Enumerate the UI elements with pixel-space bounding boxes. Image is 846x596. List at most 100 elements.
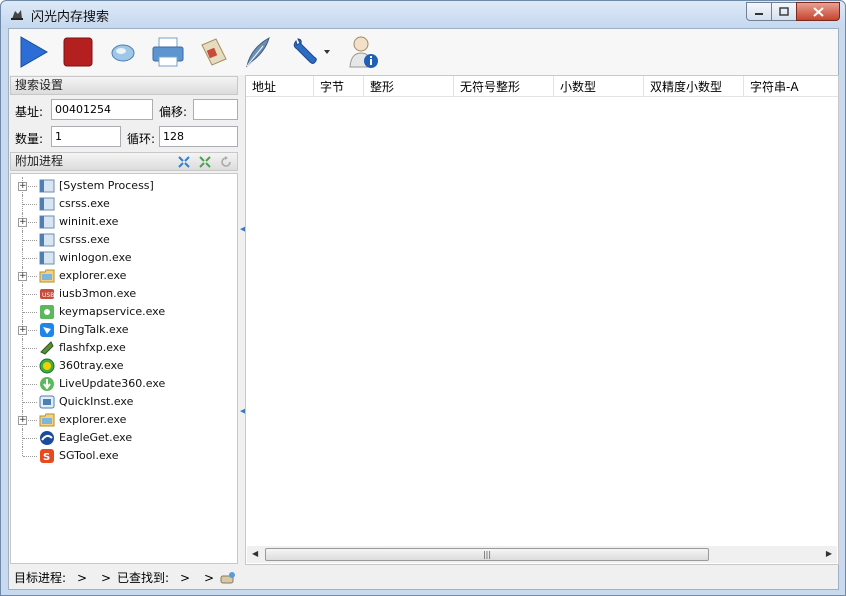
print-button[interactable] <box>150 34 186 70</box>
maximize-button[interactable] <box>771 2 797 21</box>
folder-icon <box>39 413 55 427</box>
stop-button[interactable] <box>60 34 96 70</box>
liveupdate-icon <box>40 377 54 391</box>
wrench-icon <box>293 38 330 64</box>
tree-item[interactable]: csrss.exe <box>11 195 237 213</box>
save-button[interactable] <box>195 34 231 70</box>
loop-input[interactable]: 128 <box>159 126 238 147</box>
expand-toggle[interactable]: + <box>18 416 27 425</box>
tree-item[interactable]: S SGTool.exe <box>11 447 237 465</box>
target-process-value: > <box>77 571 88 585</box>
window-icon <box>39 251 55 265</box>
left-panel: 搜索设置 基址: 00401254 偏移: 数量: 1 循环: 128 附加进程… <box>9 75 239 589</box>
svg-text:S: S <box>43 452 50 463</box>
process-name: EagleGet.exe <box>59 431 133 444</box>
tree-item[interactable]: + [System Process] <box>11 177 237 195</box>
feather-icon <box>246 36 270 68</box>
tools-button[interactable] <box>287 34 335 70</box>
expand-toggle[interactable]: + <box>18 326 27 335</box>
tree-item[interactable]: flashfxp.exe <box>11 339 237 357</box>
tree-item[interactable]: QuickInst.exe <box>11 393 237 411</box>
tree-item[interactable]: 360tray.exe <box>11 357 237 375</box>
lens-icon <box>111 44 135 62</box>
expand-toggle[interactable]: + <box>18 272 27 281</box>
close-button[interactable] <box>796 2 840 21</box>
window-title: 闪光内存搜索 <box>31 10 110 25</box>
found-count-label: 已查找到: <box>117 571 170 585</box>
process-name: SGTool.exe <box>59 449 119 462</box>
window-icon <box>39 233 55 247</box>
offset-input[interactable] <box>193 99 238 120</box>
col-int[interactable]: 整形 <box>364 76 454 96</box>
tree-item[interactable]: + DingTalk.exe <box>11 321 237 339</box>
process-name: [System Process] <box>59 179 154 192</box>
expand-all-icon[interactable] <box>178 156 190 168</box>
window-icon <box>39 197 55 211</box>
count-input[interactable]: 1 <box>51 126 121 147</box>
window-icon <box>39 215 55 229</box>
process-tree[interactable]: + [System Process] csrss.exe + wininit.exe cs… <box>10 173 238 564</box>
client-area: 搜索设置 基址: 00401254 偏移: 数量: 1 循环: 128 附加进程… <box>8 28 839 590</box>
attach-process-label: 附加进程 <box>15 154 64 168</box>
refresh-icon[interactable] <box>220 156 232 168</box>
start-button[interactable] <box>15 34 51 70</box>
tree-item[interactable]: winlogon.exe <box>11 249 237 267</box>
process-name: DingTalk.exe <box>59 323 129 336</box>
tree-connector-h <box>23 312 37 313</box>
flashfxp-icon <box>40 341 54 355</box>
found-count-value: > <box>180 571 191 585</box>
process-name: keymapservice.exe <box>59 305 166 318</box>
eagleget-icon <box>40 431 54 445</box>
tree-item[interactable]: USB iusb3mon.exe <box>11 285 237 303</box>
target-process-label: 目标进程: <box>14 571 67 585</box>
tree-item[interactable]: + explorer.exe <box>11 267 237 285</box>
status-separator-2: > <box>204 571 215 585</box>
tree-item[interactable]: csrss.exe <box>11 231 237 249</box>
process-name: 360tray.exe <box>59 359 124 372</box>
expand-toggle[interactable]: + <box>18 218 27 227</box>
tree-item[interactable]: LiveUpdate360.exe <box>11 375 237 393</box>
tree-connector-h <box>23 366 37 367</box>
loop-label: 循环: <box>127 132 156 146</box>
scroll-thumb[interactable]: ||| <box>265 548 709 561</box>
horizontal-scrollbar[interactable]: ◀ ||| ▶ <box>247 546 837 563</box>
360-icon <box>39 358 55 374</box>
process-name: csrss.exe <box>59 233 110 246</box>
title-bar[interactable]: 闪光内存搜索 <box>1 1 845 28</box>
play-icon <box>20 36 49 68</box>
user-info-button[interactable] <box>345 34 381 70</box>
attach-process-header: 附加进程 <box>10 152 238 171</box>
lens-button[interactable] <box>105 34 141 70</box>
tree-item[interactable]: EagleGet.exe <box>11 429 237 447</box>
process-name: explorer.exe <box>59 269 127 282</box>
tree-connector-h <box>23 240 37 241</box>
process-name: wininit.exe <box>59 215 119 228</box>
connection-icon <box>220 572 235 584</box>
col-float[interactable]: 小数型 <box>554 76 644 96</box>
floppy-icon <box>201 38 227 66</box>
tree-connector-h <box>23 402 37 403</box>
status-separator: > <box>101 571 112 585</box>
col-string-a[interactable]: 字符串-A <box>744 76 838 96</box>
col-double[interactable]: 双精度小数型 <box>644 76 744 96</box>
process-name: QuickInst.exe <box>59 395 134 408</box>
tree-item[interactable]: keymapservice.exe <box>11 303 237 321</box>
base-address-input[interactable]: 00401254 <box>51 99 153 120</box>
tree-item[interactable]: + explorer.exe <box>11 411 237 429</box>
printer-icon <box>152 37 184 67</box>
tree-connector-h <box>23 294 37 295</box>
scroll-right-arrow-icon[interactable]: ▶ <box>826 549 832 558</box>
status-bar: 目标进程: > > 已查找到: > > <box>9 566 838 590</box>
scroll-left-arrow-icon[interactable]: ◀ <box>252 549 258 558</box>
minimize-button[interactable] <box>746 2 772 21</box>
col-uint[interactable]: 无符号整形 <box>454 76 554 96</box>
sogou-icon: S <box>40 449 54 463</box>
col-byte[interactable]: 字节 <box>314 76 364 96</box>
tree-item[interactable]: + wininit.exe <box>11 213 237 231</box>
collapse-all-icon[interactable] <box>199 156 211 168</box>
expand-toggle[interactable]: + <box>18 182 27 191</box>
header-divider <box>246 96 838 97</box>
col-address[interactable]: 地址 <box>246 76 314 96</box>
tree-connector-h <box>23 348 37 349</box>
feather-button[interactable] <box>240 34 276 70</box>
